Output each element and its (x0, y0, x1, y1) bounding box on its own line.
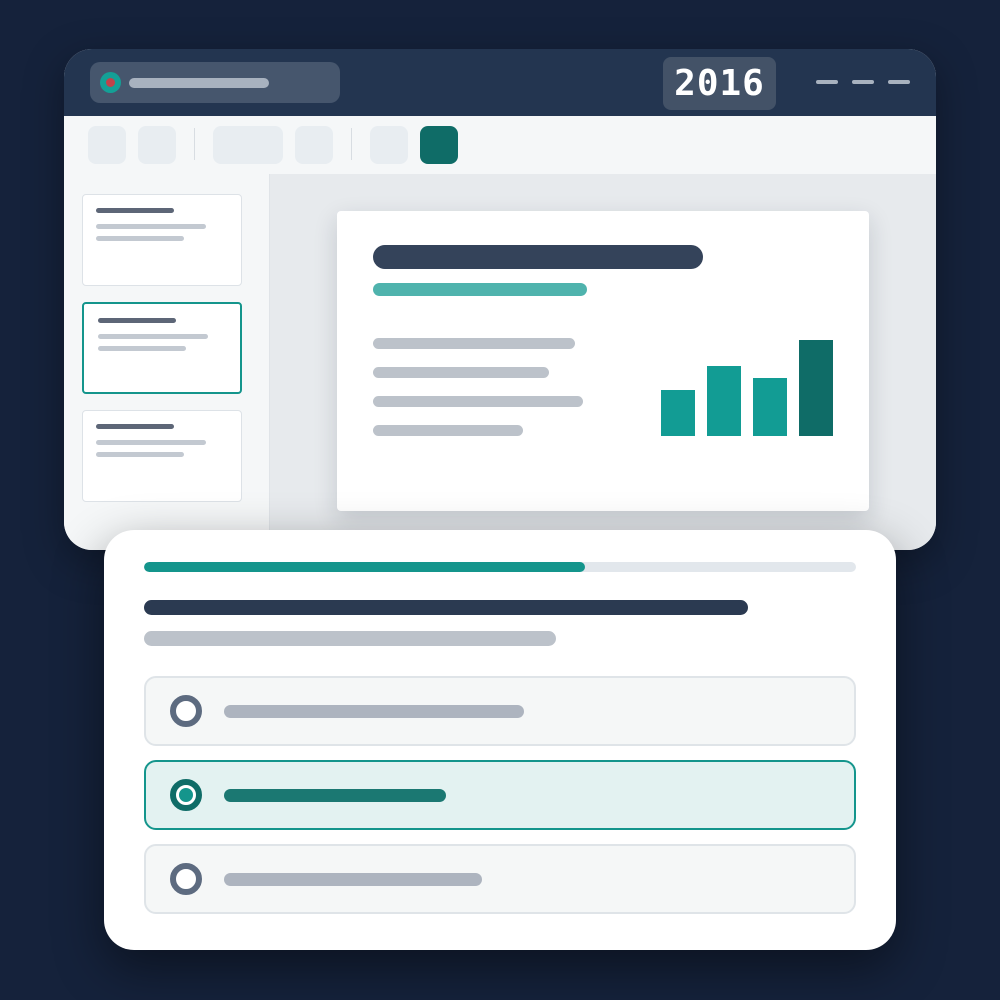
slide-thumbnail-2-selected[interactable] (82, 302, 242, 394)
address-text-placeholder (129, 78, 269, 88)
slide-preview[interactable] (337, 211, 869, 511)
toolbar-divider (351, 128, 352, 160)
site-status-icon (100, 72, 121, 93)
thumb-title-line (96, 208, 174, 213)
question-subtext-placeholder (144, 631, 556, 646)
toolbar-button-wide[interactable] (213, 126, 283, 164)
presentation-app-window: 2016 (64, 49, 936, 550)
radio-selected-dot (179, 788, 193, 802)
thumb-text-line (96, 440, 206, 445)
answer-text-placeholder (224, 705, 524, 718)
toolbar-button-4[interactable] (370, 126, 408, 164)
chart-bar-3 (753, 378, 787, 436)
thumb-text-line (96, 236, 184, 241)
window-minimize-button[interactable] (816, 80, 838, 84)
slide-thumbnail-3[interactable] (82, 410, 242, 502)
record-dot-icon (106, 78, 115, 87)
answer-text-placeholder (224, 789, 446, 802)
thumb-text-line (98, 334, 208, 339)
radio-checked-icon[interactable] (170, 779, 202, 811)
slide-bar-chart (337, 211, 869, 511)
toolbar-divider (194, 128, 195, 160)
thumb-text-line (96, 452, 184, 457)
slide-canvas (270, 174, 936, 550)
quiz-progress-bar (144, 562, 856, 572)
thumb-title-line (98, 318, 176, 323)
chart-bar-4 (799, 340, 833, 436)
thumb-title-line (96, 424, 174, 429)
quiz-card (104, 530, 896, 950)
radio-unchecked-icon[interactable] (170, 863, 202, 895)
address-bar[interactable] (90, 62, 340, 103)
toolbar-button-active[interactable] (420, 126, 458, 164)
slide-thumbnail-1[interactable] (82, 194, 242, 286)
answer-option-1[interactable] (144, 676, 856, 746)
answer-option-2-selected[interactable] (144, 760, 856, 830)
toolbar-button-3[interactable] (295, 126, 333, 164)
window-maximize-button[interactable] (852, 80, 874, 84)
year-badge: 2016 (663, 57, 776, 110)
chart-bar-1 (661, 390, 695, 436)
editor-toolbar (64, 116, 936, 175)
question-text-placeholder (144, 600, 748, 615)
toolbar-button-1[interactable] (88, 126, 126, 164)
title-bar: 2016 (64, 49, 936, 116)
toolbar-button-2[interactable] (138, 126, 176, 164)
slide-thumbnail-panel (64, 174, 270, 550)
chart-bar-2 (707, 366, 741, 436)
window-close-button[interactable] (888, 80, 910, 84)
answer-option-3[interactable] (144, 844, 856, 914)
thumb-text-line (98, 346, 186, 351)
quiz-progress-fill (144, 562, 586, 572)
thumb-text-line (96, 224, 206, 229)
radio-unchecked-icon[interactable] (170, 695, 202, 727)
answer-text-placeholder (224, 873, 482, 886)
